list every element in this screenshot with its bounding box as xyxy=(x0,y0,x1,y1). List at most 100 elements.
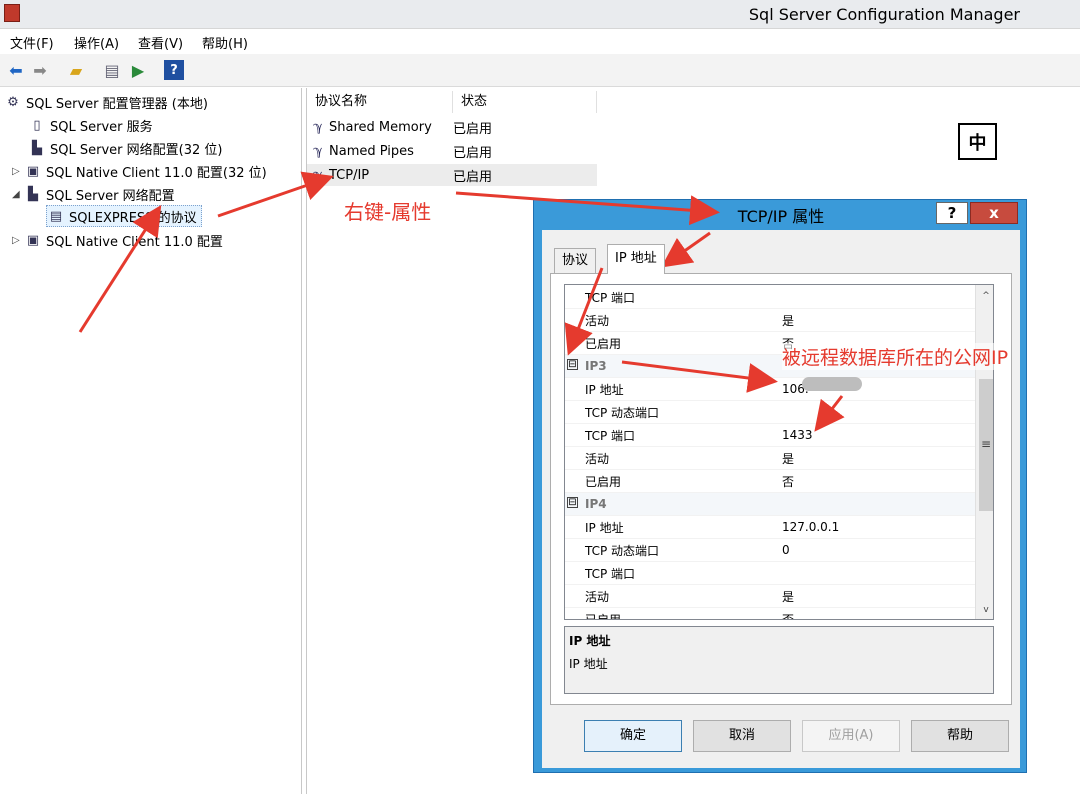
property-value[interactable]: 是 xyxy=(782,450,794,467)
tree-item-sql-server-services[interactable]: ▯ SQL Server 服务 xyxy=(28,114,153,136)
tree-item-label: SQL Server 网络配置 xyxy=(46,188,175,204)
protocol-status: 已启用 xyxy=(453,121,493,137)
property-row[interactable]: 活动 是 xyxy=(565,447,981,470)
property-row[interactable]: TCP 动态端口 xyxy=(565,401,981,424)
menu-action[interactable]: 操作(A) xyxy=(74,33,119,52)
tree-item-label: SQLEXPRESS 的协议 xyxy=(69,210,197,226)
property-row[interactable]: 已启用 否 xyxy=(565,470,981,493)
scroll-up-icon[interactable]: ^ xyxy=(979,289,993,303)
property-key: IP 地址 xyxy=(585,382,624,397)
property-value[interactable]: 127.0.0.1 xyxy=(782,520,839,534)
property-value[interactable]: 否 xyxy=(782,473,794,490)
property-key: 活动 xyxy=(585,451,610,466)
property-row[interactable]: TCP 端口 xyxy=(565,286,981,309)
dialog-close-button[interactable]: x xyxy=(970,202,1018,224)
category-label: IP4 xyxy=(585,497,607,511)
column-protocol-name[interactable]: 协议名称 xyxy=(307,91,453,113)
property-key: 已启用 xyxy=(585,612,622,620)
property-key: TCP 动态端口 xyxy=(585,543,660,558)
ime-indicator[interactable]: 中 xyxy=(958,123,997,160)
property-row[interactable]: IP 地址 106. xyxy=(565,378,981,401)
properties-icon[interactable]: ▤ xyxy=(102,60,122,80)
tree-item-label: SQL Native Client 11.0 配置(32 位) xyxy=(46,165,267,181)
menu-help[interactable]: 帮助(H) xyxy=(202,33,248,52)
redacted-ip-blur xyxy=(802,377,862,391)
protocol-name: TCP/IP xyxy=(329,167,370,183)
protocol-status: 已启用 xyxy=(453,169,493,185)
column-status[interactable]: 状态 xyxy=(453,91,597,113)
tree-root[interactable]: ⚙ SQL Server 配置管理器 (本地) xyxy=(4,91,208,113)
native-client-icon: ▣ xyxy=(26,163,40,179)
tree-item-label: SQL Server 网络配置(32 位) xyxy=(50,142,223,158)
collapse-icon[interactable]: ◢ xyxy=(12,189,24,200)
expand-icon[interactable]: ▷ xyxy=(12,166,24,177)
tree-item-label: SQL Native Client 11.0 配置 xyxy=(46,234,223,250)
protocol-icon: ▤ xyxy=(49,208,63,224)
protocol-icon: ℽ xyxy=(313,143,323,159)
list-row-named-pipes[interactable]: ℽ Named Pipes 已启用 xyxy=(307,140,597,162)
property-key: 已启用 xyxy=(585,474,622,489)
property-row[interactable]: 活动 是 xyxy=(565,585,981,608)
scroll-down-icon[interactable]: v xyxy=(979,603,993,617)
folder-up-icon[interactable]: ▰ xyxy=(66,60,86,80)
forward-arrow-icon[interactable]: ➡ xyxy=(30,60,50,80)
network-config-icon: ▙ xyxy=(32,140,42,156)
back-arrow-icon[interactable]: ⬅ xyxy=(6,60,26,80)
collapse-icon[interactable]: ⊟ xyxy=(567,497,578,508)
tree-item-native-client-32[interactable]: ▷ ▣ SQL Native Client 11.0 配置(32 位) xyxy=(12,160,267,182)
help-icon[interactable]: ? xyxy=(164,60,184,80)
tab-ip-address[interactable]: IP 地址 xyxy=(607,244,665,274)
property-value[interactable]: 否 xyxy=(782,611,794,620)
protocol-name: Shared Memory xyxy=(329,119,432,135)
ok-button[interactable]: 确定 xyxy=(584,720,682,752)
menu-bar: 文件(F) 操作(A) 查看(V) 帮助(H) xyxy=(0,29,1080,54)
property-row[interactable]: 已启用 否 xyxy=(565,608,981,620)
property-row[interactable]: IP 地址 127.0.0.1 xyxy=(565,516,981,539)
property-row[interactable]: TCP 动态端口 0 xyxy=(565,539,981,562)
property-key: IP 地址 xyxy=(585,520,624,535)
scroll-grip-icon: ≡ xyxy=(980,437,992,451)
help-button[interactable]: 帮助 xyxy=(911,720,1009,752)
annotation-public-ip: 被远程数据库所在的公网IP xyxy=(782,343,1009,370)
tree-item-sqlexpress-protocols[interactable]: ▤ SQLEXPRESS 的协议 xyxy=(46,205,202,227)
property-category-ip4[interactable]: ⊟ IP4 xyxy=(565,493,981,516)
list-row-shared-memory[interactable]: ℽ Shared Memory 已启用 xyxy=(307,116,597,138)
property-key: TCP 动态端口 xyxy=(585,405,660,420)
property-key: 活动 xyxy=(585,313,610,328)
protocol-icon: ℽ xyxy=(313,119,323,135)
tree-item-network-config-32[interactable]: ▙ SQL Server 网络配置(32 位) xyxy=(28,137,222,159)
protocol-name: Named Pipes xyxy=(329,143,414,159)
property-row[interactable]: 活动 是 xyxy=(565,309,981,332)
tree-item-native-client[interactable]: ▷ ▣ SQL Native Client 11.0 配置 xyxy=(12,229,223,251)
apply-button[interactable]: 应用(A) xyxy=(802,720,900,752)
description-title: IP 地址 xyxy=(569,634,611,648)
property-row[interactable]: TCP 端口 xyxy=(565,562,981,585)
property-grid: TCP 端口活动是已启用否⊟IP3IP 地址106.TCP 动态端口TCP 端口… xyxy=(564,284,994,620)
property-key: TCP 端口 xyxy=(585,428,636,443)
property-value[interactable]: 1433 xyxy=(782,428,813,442)
menu-view[interactable]: 查看(V) xyxy=(138,33,183,52)
list-row-tcp-ip[interactable]: ℽ TCP/IP 已启用 xyxy=(307,164,597,186)
tree-pane: ⚙ SQL Server 配置管理器 (本地) ▯ SQL Server 服务 … xyxy=(0,88,302,794)
cancel-button[interactable]: 取消 xyxy=(693,720,791,752)
property-key: TCP 端口 xyxy=(585,290,636,305)
collapse-icon[interactable]: ⊟ xyxy=(567,359,578,370)
expand-icon[interactable]: ▷ xyxy=(12,235,24,246)
menu-file[interactable]: 文件(F) xyxy=(10,33,54,52)
ip-address-panel: TCP 端口活动是已启用否⊟IP3IP 地址106.TCP 动态端口TCP 端口… xyxy=(550,273,1012,705)
property-key: 已启用 xyxy=(585,336,622,351)
export-icon[interactable]: ▶ xyxy=(128,60,148,80)
property-row[interactable]: TCP 端口 1433 xyxy=(565,424,981,447)
property-value[interactable]: 是 xyxy=(782,588,794,605)
tree-item-label: SQL Server 服务 xyxy=(50,119,153,135)
tree-item-network-config[interactable]: ◢ ▙ SQL Server 网络配置 xyxy=(12,183,175,205)
dialog-help-button[interactable]: ? xyxy=(936,202,968,224)
property-value[interactable]: 是 xyxy=(782,312,794,329)
window-title: Sql Server Configuration Manager xyxy=(748,5,1020,24)
description-box: IP 地址 IP 地址 xyxy=(564,626,994,694)
tab-protocol[interactable]: 协议 xyxy=(554,248,597,273)
description-text: IP 地址 xyxy=(569,657,608,671)
tcpip-properties-dialog: TCP/IP 属性 ? x 协议 IP 地址 TCP 端口活动是已启用否⊟IP3… xyxy=(533,199,1027,773)
property-value[interactable]: 0 xyxy=(782,543,790,557)
property-grid-scrollbar[interactable]: ^ ≡ v xyxy=(975,285,993,619)
